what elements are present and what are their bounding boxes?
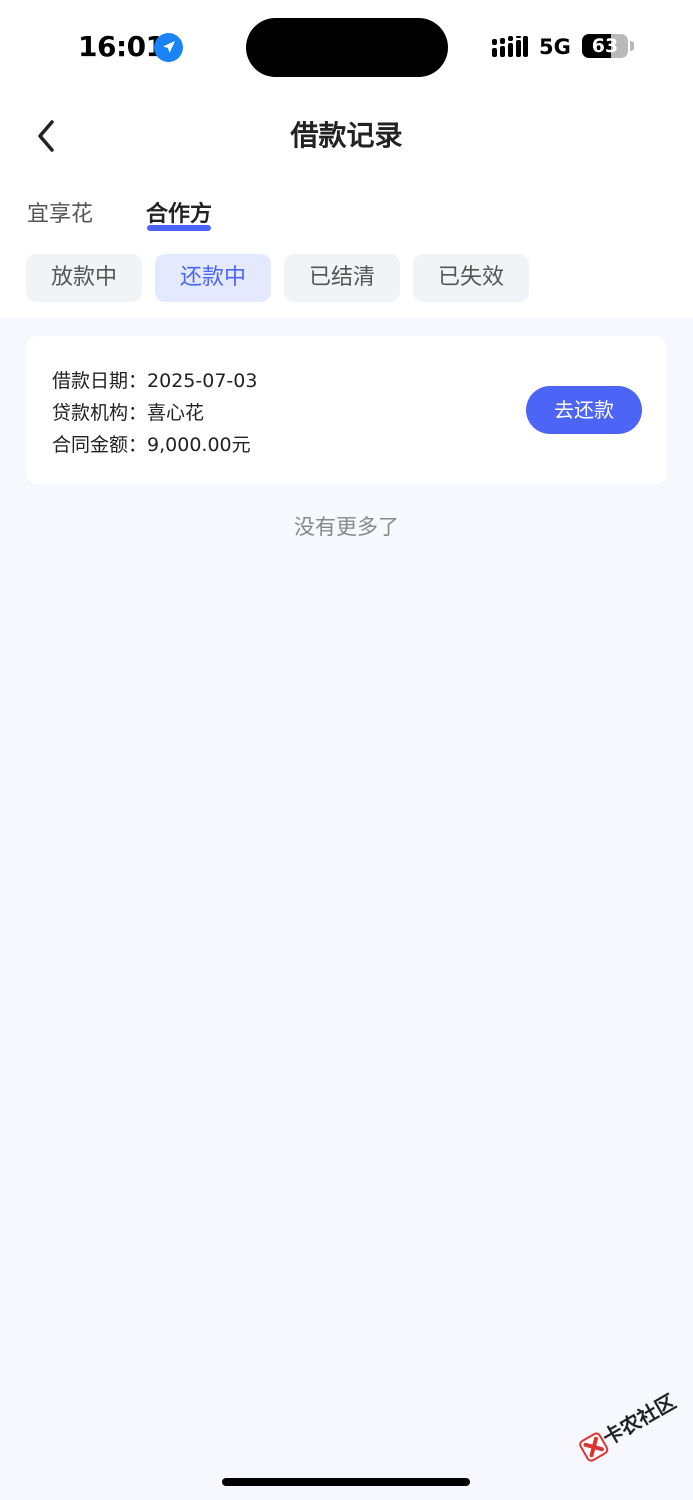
loan-date-row: 借款日期：2025-07-03	[52, 366, 257, 393]
active-tab-indicator	[147, 225, 211, 231]
tab-yixianghua[interactable]: 宜享花	[27, 196, 93, 228]
home-indicator[interactable]	[222, 1478, 470, 1486]
filter-repaying[interactable]: 还款中	[155, 254, 271, 302]
signal-icon	[492, 36, 528, 57]
filter-settled[interactable]: 已结清	[284, 254, 400, 302]
filter-expired[interactable]: 已失效	[413, 254, 529, 302]
loan-date-value: 2025-07-03	[147, 370, 258, 392]
status-time: 16:01	[78, 30, 165, 63]
loan-date-label: 借款日期：	[52, 370, 148, 392]
loan-amount-row: 合同金额：9,000.00元	[52, 430, 251, 457]
page-title: 借款记录	[290, 119, 403, 152]
loan-org-value: 喜心花	[147, 402, 205, 424]
loan-org-row: 贷款机构：喜心花	[52, 398, 204, 425]
loan-org-label: 贷款机构：	[52, 402, 148, 424]
location-arrow-icon	[154, 33, 183, 62]
network-label: 5G	[539, 35, 571, 59]
battery-tip	[630, 41, 634, 51]
battery-icon: 63	[582, 34, 628, 58]
tab-partner[interactable]: 合作方	[146, 196, 212, 228]
loan-amount-value: 9,000.00元	[147, 434, 251, 456]
watermark-text: 卡农社区	[598, 1389, 680, 1451]
header-area: 16:01 5G 63 借款记录 宜享花 合作方 放款中 还款中 已结清 已失效	[0, 0, 693, 318]
filter-disbursing[interactable]: 放款中	[26, 254, 142, 302]
watermark: 卡农社区	[567, 1379, 680, 1470]
repay-button[interactable]: 去还款	[526, 386, 642, 434]
loan-record-card: 借款日期：2025-07-03 贷款机构：喜心花 合同金额：9,000.00元 …	[26, 336, 667, 484]
dynamic-island	[246, 18, 448, 77]
loan-amount-label: 合同金额：	[52, 434, 148, 456]
no-more-text: 没有更多了	[294, 515, 399, 539]
battery-level: 63	[591, 35, 619, 57]
